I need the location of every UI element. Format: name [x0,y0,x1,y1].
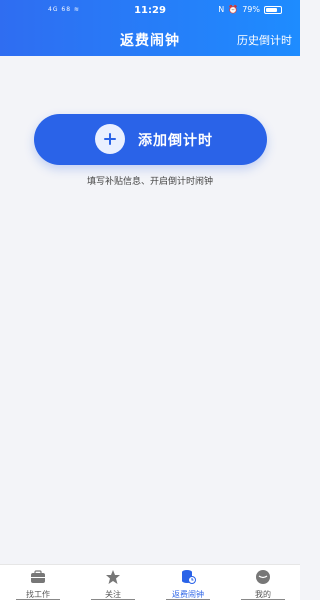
battery-icon [264,5,282,14]
status-right-cluster: N ⏰ 79% [218,5,282,14]
add-countdown-button[interactable]: 添加倒计时 [34,114,267,165]
battery-fill [266,7,277,12]
tab-find-job[interactable]: 找工作 [8,565,68,600]
nfc-icon: N [218,5,225,14]
tab-mine[interactable]: 我的 [233,565,293,600]
profile-icon [256,570,270,584]
alarm-icon: ⏰ [228,5,239,14]
plus-icon [95,124,125,154]
star-icon [106,570,120,584]
hint-text: 填写补贴信息、开启倒计时闹钟 [86,177,213,187]
bottom-tab-bar: 找工作 关注 返费闹钟 我的 [0,564,300,600]
battery-percent: 79% [242,5,260,14]
title-row: 返费闹钟 历史倒计时 [0,26,300,52]
history-countdown-link[interactable]: 历史倒计时 [237,32,292,48]
add-countdown-label: 添加倒计时 [138,133,213,149]
briefcase-icon [31,570,45,583]
tab-refund-alarm[interactable]: 返费闹钟 [158,565,218,600]
coins-clock-icon [182,570,196,584]
app-header: 4G 68 ≋ 11:29 N ⏰ 79% 返费闹钟 历史倒计时 [0,0,300,56]
status-bar: 4G 68 ≋ 11:29 N ⏰ 79% [0,0,300,18]
tab-follow[interactable]: 关注 [83,565,143,600]
